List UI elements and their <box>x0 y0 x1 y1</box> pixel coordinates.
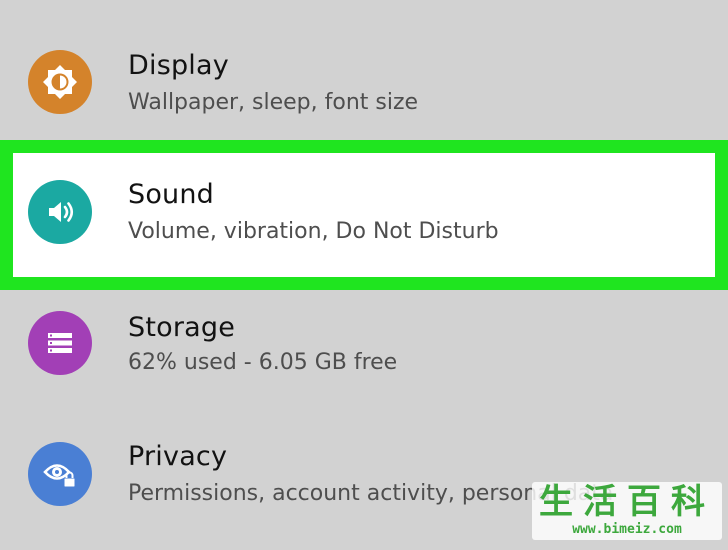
settings-item-storage[interactable]: Storage 62% used - 6.05 GB free <box>0 295 728 425</box>
watermark-title: 生活百科 <box>539 482 715 522</box>
settings-list: Display Wallpaper, sleep, font size Soun… <box>0 0 728 546</box>
watermark-url: www.bimeiz.com <box>572 522 682 537</box>
storage-subtitle: 62% used - 6.05 GB free <box>128 350 398 375</box>
storage-list-icon <box>28 311 92 375</box>
sound-subtitle: Volume, vibration, Do Not Disturb <box>128 219 499 244</box>
display-title: Display <box>128 50 229 81</box>
settings-item-sound[interactable]: Sound Volume, vibration, Do Not Disturb <box>0 140 728 290</box>
privacy-eye-lock-icon <box>28 442 92 506</box>
display-subtitle: Wallpaper, sleep, font size <box>128 90 419 115</box>
watermark: 生活百科 www.bimeiz.com <box>532 482 722 540</box>
display-brightness-icon <box>28 50 92 114</box>
settings-item-display[interactable]: Display Wallpaper, sleep, font size <box>0 18 728 148</box>
sound-title: Sound <box>128 179 215 210</box>
privacy-title: Privacy <box>128 441 228 472</box>
storage-title: Storage <box>128 312 236 343</box>
speaker-volume-icon <box>28 180 92 244</box>
